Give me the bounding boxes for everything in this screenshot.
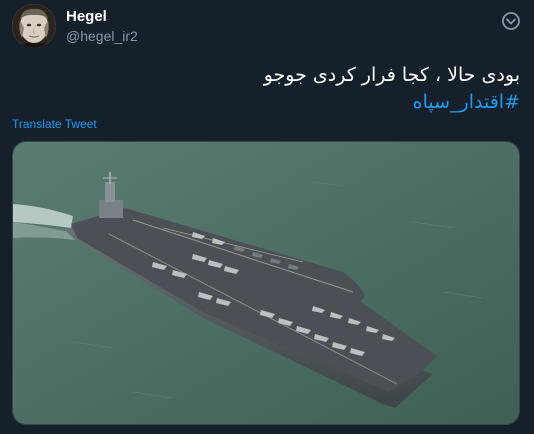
translate-tweet-link[interactable]: Translate Tweet [12,117,97,131]
tweet-card[interactable]: Hegel @hegel_ir2 بودی حالا ، کجا فرار کر… [0,0,534,434]
more-options-icon [502,12,520,30]
more-options-button[interactable] [500,10,522,32]
tweet-text: بودی حالا ، کجا فرار کردی جوجو #اقتدار_س… [20,62,520,116]
tweet-text-line: بودی حالا ، کجا فرار کردی جوجو [263,64,520,86]
display-name[interactable]: Hegel [66,8,107,26]
user-handle[interactable]: @hegel_ir2 [66,27,138,45]
tweet-media-image[interactable] [12,141,520,425]
avatar[interactable] [12,4,56,48]
aircraft-carrier-photo [13,142,519,424]
portrait-avatar-icon [12,4,56,48]
hashtag-link[interactable]: #اقتدار_سپاه [20,89,520,116]
